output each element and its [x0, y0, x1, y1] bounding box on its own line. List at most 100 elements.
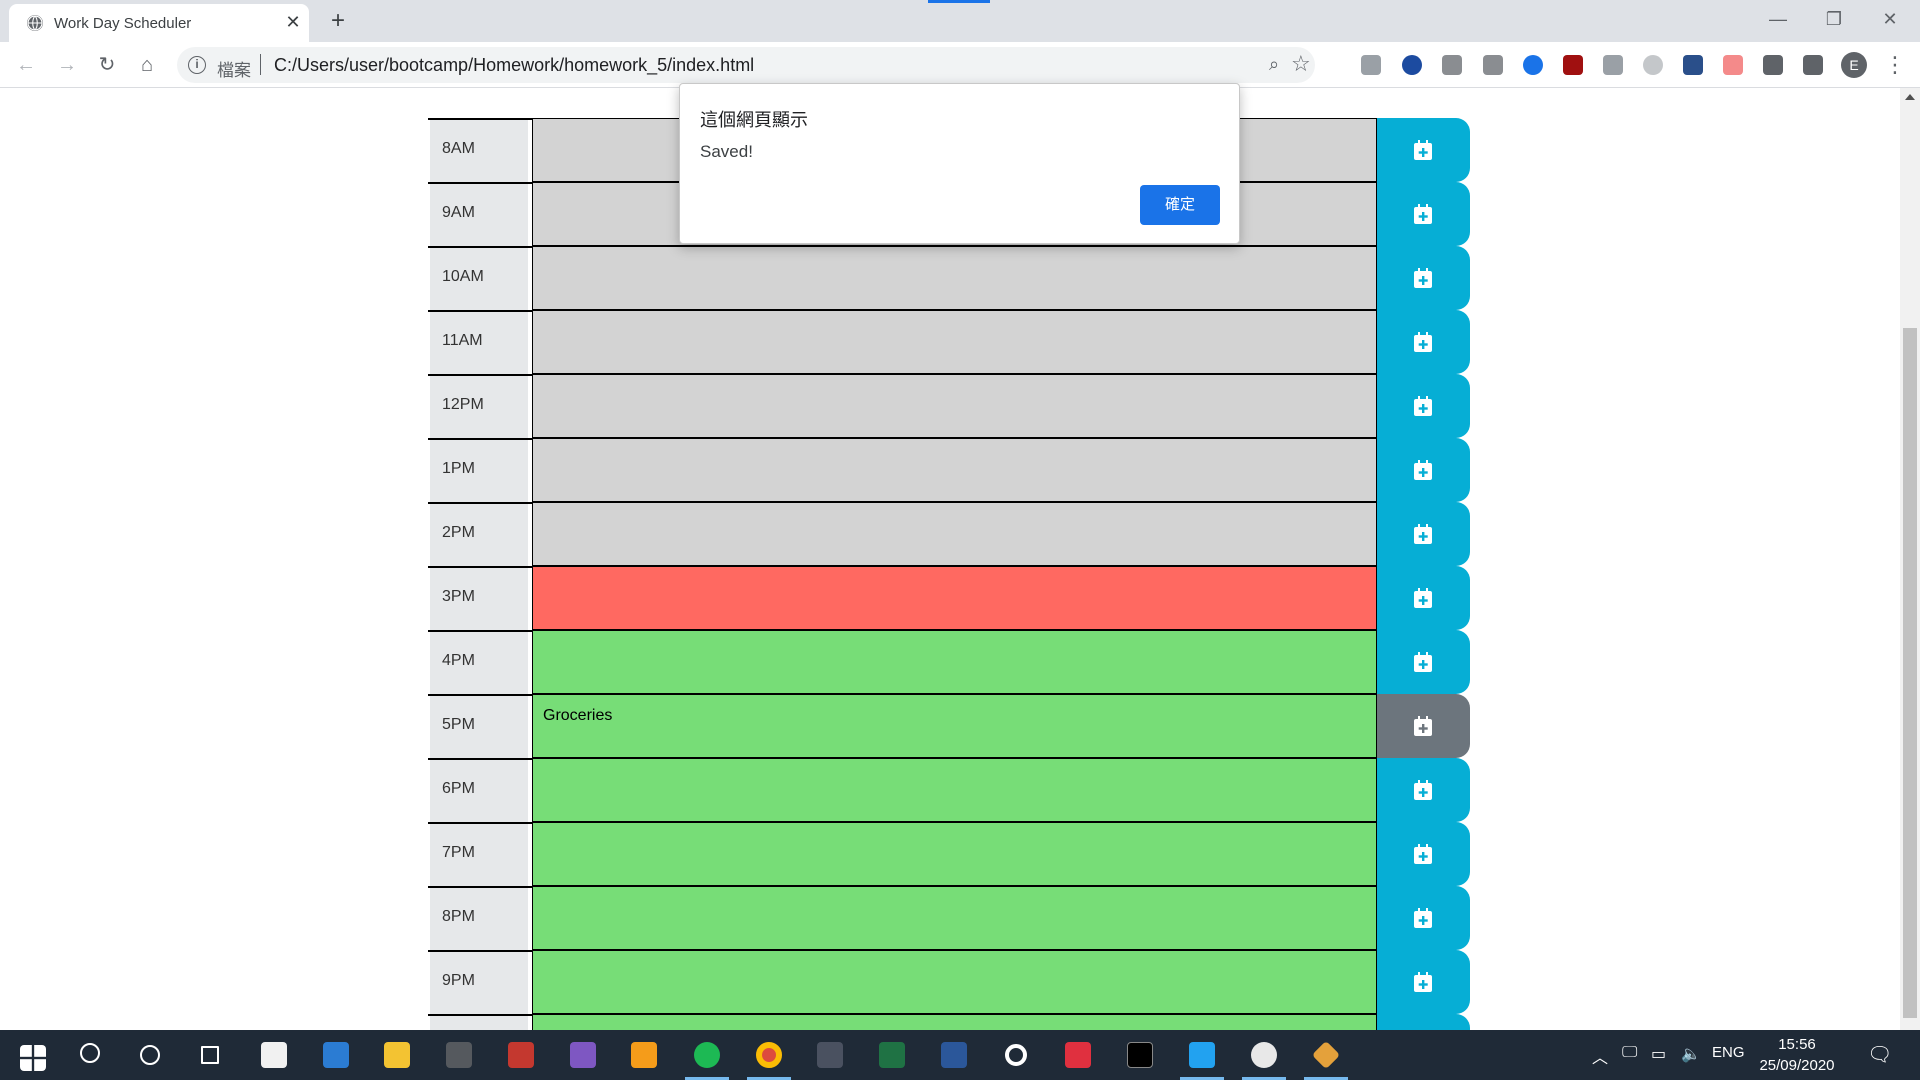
visual-studio-icon[interactable] [553, 1030, 613, 1080]
back-button[interactable]: ← [10, 49, 42, 81]
address-bar[interactable]: i 檔案 C:/Users/user/bootcamp/Homework/hom… [177, 47, 1315, 83]
network-icon[interactable]: 🖵 [1622, 1044, 1637, 1062]
chrome-icon[interactable] [739, 1030, 799, 1080]
show-hidden-icons-icon[interactable]: ︿ [1592, 1044, 1608, 1068]
app-dragon-icon[interactable] [491, 1030, 551, 1080]
vscode-icon[interactable] [1172, 1030, 1232, 1080]
event-textarea[interactable] [532, 630, 1377, 694]
bookmark-star-icon[interactable]: ☆ [1291, 51, 1311, 77]
event-textarea[interactable] [532, 822, 1377, 886]
reload-button[interactable]: ↻ [91, 49, 123, 81]
extension-link-icon[interactable] [1643, 55, 1663, 75]
settings-gear-icon[interactable] [986, 1030, 1046, 1080]
alert-heading: 這個網頁顯示 [700, 110, 808, 130]
ublock-icon[interactable] [1563, 55, 1583, 75]
event-textarea[interactable] [532, 438, 1377, 502]
app-diamond-icon[interactable] [1296, 1030, 1356, 1080]
volume-icon[interactable]: 🔈 [1681, 1044, 1701, 1064]
save-button[interactable] [1377, 1014, 1470, 1030]
tab-work-day-scheduler[interactable]: Work Day Scheduler ✕ [9, 4, 309, 42]
save-button[interactable] [1377, 374, 1470, 438]
calendar-plus-icon [1414, 972, 1432, 992]
terminal-icon[interactable] [1110, 1030, 1170, 1080]
save-button[interactable] [1377, 438, 1470, 502]
app-lightning-icon[interactable] [1048, 1030, 1108, 1080]
file-explorer-icon[interactable] [367, 1030, 427, 1080]
save-button[interactable] [1377, 310, 1470, 374]
event-textarea[interactable] [532, 310, 1377, 374]
hour-label [428, 1014, 532, 1030]
extension-arrow-icon[interactable] [1723, 55, 1743, 75]
forward-button[interactable]: → [51, 49, 83, 81]
save-button[interactable] [1377, 566, 1470, 630]
event-textarea[interactable] [532, 566, 1377, 630]
info-icon[interactable]: i [188, 56, 206, 74]
extension-help-icon[interactable] [1361, 55, 1381, 75]
time-block-row: 6PM [428, 758, 1470, 822]
cortana-icon[interactable] [120, 1030, 180, 1080]
save-button[interactable] [1377, 950, 1470, 1014]
excel-icon[interactable] [862, 1030, 922, 1080]
scroll-up-arrow-icon[interactable] [1905, 94, 1915, 100]
search-icon[interactable] [60, 1030, 120, 1080]
save-button[interactable] [1377, 822, 1470, 886]
window-close-button[interactable]: ✕ [1862, 4, 1918, 34]
start-button[interactable] [0, 1030, 60, 1080]
extension-globe-icon[interactable] [1402, 55, 1422, 75]
event-textarea[interactable] [532, 758, 1377, 822]
event-textarea[interactable] [532, 246, 1377, 310]
calendar-plus-icon [1414, 140, 1432, 160]
event-textarea[interactable] [532, 950, 1377, 1014]
spotify-icon[interactable] [677, 1030, 737, 1080]
save-button[interactable] [1377, 182, 1470, 246]
event-textarea[interactable] [532, 374, 1377, 438]
battery-icon[interactable]: ▭ [1651, 1044, 1666, 1064]
scrollbar-thumb[interactable] [1903, 328, 1917, 1018]
store-icon[interactable] [244, 1030, 304, 1080]
extension-shield-icon[interactable] [1683, 55, 1703, 75]
restore-button[interactable]: ❐ [1806, 4, 1862, 34]
extension-sync-icon[interactable] [1523, 55, 1543, 75]
hour-text: 11AM [442, 332, 483, 349]
language-indicator[interactable]: ENG [1712, 1044, 1745, 1061]
home-button[interactable]: ⌂ [131, 49, 163, 81]
event-textarea[interactable]: Groceries [532, 694, 1377, 758]
app-dark-icon[interactable] [429, 1030, 489, 1080]
save-button[interactable] [1377, 502, 1470, 566]
zoom-icon[interactable]: ⌕ [1269, 54, 1279, 75]
event-textarea[interactable] [532, 502, 1377, 566]
event-textarea[interactable] [532, 1014, 1377, 1030]
system-clock[interactable]: 15:56 25/09/2020 [1753, 1034, 1841, 1076]
extension-bag-icon[interactable] [1442, 55, 1462, 75]
save-button[interactable] [1377, 758, 1470, 822]
outlook-icon[interactable] [306, 1030, 366, 1080]
tab-close-icon[interactable]: ✕ [281, 10, 305, 34]
extension-pdf-icon[interactable] [1483, 55, 1503, 75]
event-textarea[interactable] [532, 886, 1377, 950]
save-button[interactable] [1377, 886, 1470, 950]
page-scrollbar[interactable] [1900, 88, 1920, 1030]
clock-date: 25/09/2020 [1759, 1057, 1835, 1074]
alert-ok-button[interactable]: 確定 [1140, 185, 1220, 225]
save-button[interactable] [1377, 694, 1470, 758]
save-button[interactable] [1377, 246, 1470, 310]
extensions-puzzle-icon[interactable] [1763, 55, 1783, 75]
new-tab-button[interactable]: + [324, 7, 352, 35]
browser-menu-icon[interactable]: ⋮ [1884, 50, 1906, 80]
calculator-icon[interactable] [800, 1030, 860, 1080]
minimize-button[interactable]: — [1750, 4, 1806, 34]
task-view-icon[interactable] [180, 1030, 240, 1080]
time-block-row: 3PM [428, 566, 1470, 630]
media-player-icon[interactable] [614, 1030, 674, 1080]
reading-list-icon[interactable] [1803, 55, 1823, 75]
save-button[interactable] [1377, 630, 1470, 694]
extension-translate-icon[interactable] [1603, 55, 1623, 75]
notification-icon[interactable]: 🗨 [1867, 1042, 1892, 1067]
word-icon[interactable] [924, 1030, 984, 1080]
hour-text: 10AM [442, 268, 484, 285]
time-block-row: 2PM [428, 502, 1470, 566]
slack-icon[interactable] [1234, 1030, 1294, 1080]
profile-avatar[interactable]: E [1841, 52, 1867, 78]
url-text[interactable]: C:/Users/user/bootcamp/Homework/homework… [274, 55, 754, 76]
save-button[interactable] [1377, 118, 1470, 182]
